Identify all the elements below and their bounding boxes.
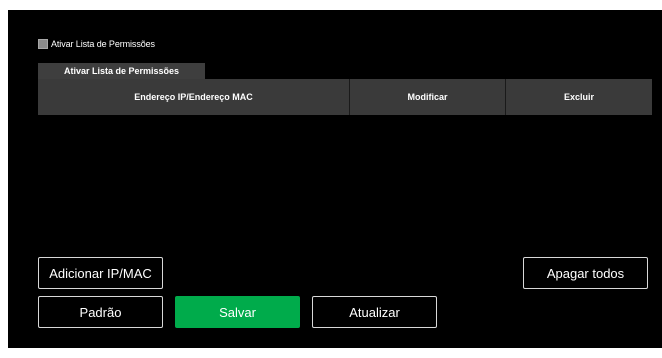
delete-all-button[interactable]: Apagar todos [523,257,648,289]
allowlist-table: Endereço IP/Endereço MAC Modificar Exclu… [38,79,652,251]
column-header-modify: Modificar [349,79,505,115]
column-header-delete: Excluir [505,79,652,115]
default-button[interactable]: Padrão [38,296,163,328]
table-body [38,115,652,251]
add-ip-mac-button[interactable]: Adicionar IP/MAC [38,257,163,289]
enable-allowlist-row[interactable]: Ativar Lista de Permissões [38,37,155,51]
enable-allowlist-checkbox[interactable] [38,39,48,49]
refresh-button[interactable]: Atualizar [312,296,437,328]
table-header: Endereço IP/Endereço MAC Modificar Exclu… [38,79,652,115]
allowlist-panel: Ativar Lista de Permissões Ativar Lista … [8,10,662,348]
column-header-address: Endereço IP/Endereço MAC [38,79,349,115]
save-button[interactable]: Salvar [175,296,300,328]
tab-allowlist[interactable]: Ativar Lista de Permissões [38,63,205,79]
enable-allowlist-label[interactable]: Ativar Lista de Permissões [51,39,155,49]
